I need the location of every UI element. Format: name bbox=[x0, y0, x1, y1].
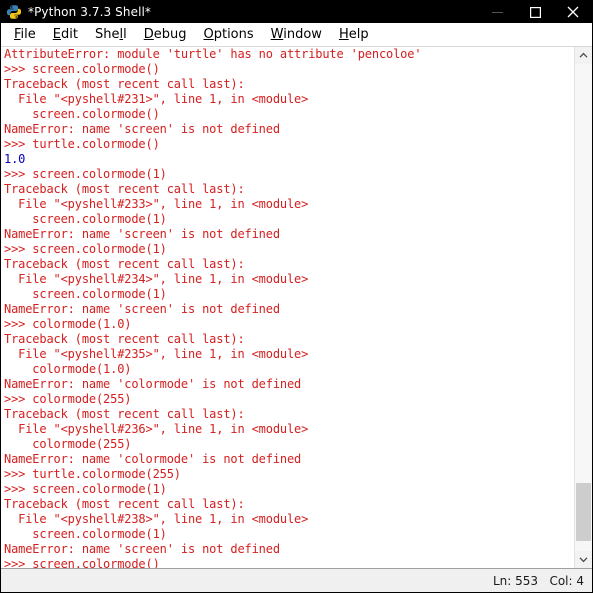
scrollbar-thumb[interactable] bbox=[576, 482, 591, 542]
shell-output-area[interactable]: AttributeError: module 'turtle' has no a… bbox=[1, 47, 574, 568]
menu-item-window[interactable]: Window bbox=[263, 25, 331, 44]
python-logo-icon bbox=[6, 4, 22, 20]
scrollbar-track[interactable] bbox=[575, 64, 592, 551]
shell-line: NameError: name 'screen' is not defined bbox=[4, 542, 280, 556]
menu-item-edit[interactable]: Edit bbox=[45, 25, 87, 44]
shell-line: File "<pyshell#235>", line 1, in <module… bbox=[4, 347, 309, 361]
shell-line: >>> screen.colormode() bbox=[4, 62, 160, 76]
menu-item-file[interactable]: File bbox=[6, 25, 45, 44]
shell-line: screen.colormode(1) bbox=[4, 287, 167, 301]
menu-item-help[interactable]: Help bbox=[331, 25, 378, 44]
shell-line: File "<pyshell#234>", line 1, in <module… bbox=[4, 272, 309, 286]
shell-line: NameError: name 'screen' is not defined bbox=[4, 302, 280, 316]
cursor-position-label: Ln: 553 Col: 4 bbox=[492, 573, 584, 588]
shell-line: Traceback (most recent call last): bbox=[4, 497, 245, 511]
title-bar: *Python 3.7.3 Shell* bbox=[1, 1, 592, 23]
shell-line: File "<pyshell#238>", line 1, in <module… bbox=[4, 512, 309, 526]
shell-line: >>> turtle.colormode(255) bbox=[4, 467, 181, 481]
menu-item-options[interactable]: Options bbox=[195, 25, 262, 44]
shell-line: File "<pyshell#233>", line 1, in <module… bbox=[4, 197, 309, 211]
shell-line: NameError: name 'colormode' is not defin… bbox=[4, 377, 302, 391]
maximize-button[interactable] bbox=[516, 1, 554, 23]
shell-line: screen.colormode(1) bbox=[4, 527, 167, 541]
shell-line: >>> screen.colormode(1) bbox=[4, 482, 167, 496]
minimize-button[interactable] bbox=[478, 1, 516, 23]
menu-bar: File Edit Shell Debug Options Window Hel… bbox=[1, 23, 592, 47]
shell-line: >>> screen.colormode(1) bbox=[4, 167, 167, 181]
shell-line: Traceback (most recent call last): bbox=[4, 407, 245, 421]
shell-line: screen.colormode() bbox=[4, 107, 160, 121]
shell-line: NameError: name 'colormode' is not defin… bbox=[4, 452, 302, 466]
shell-line: AttributeError: module 'turtle' has no a… bbox=[4, 47, 422, 61]
shell-line: >>> colormode(255) bbox=[4, 392, 132, 406]
shell-line: Traceback (most recent call last): bbox=[4, 257, 245, 271]
close-button[interactable] bbox=[554, 1, 592, 23]
shell-line: File "<pyshell#236>", line 1, in <module… bbox=[4, 422, 309, 436]
menu-item-debug[interactable]: Debug bbox=[136, 25, 196, 44]
shell-line: >>> colormode(1.0) bbox=[4, 317, 132, 331]
scroll-up-button[interactable] bbox=[575, 47, 592, 64]
idle-shell-window: *Python 3.7.3 Shell* File Edit Shell Deb… bbox=[0, 0, 593, 593]
status-bar: Ln: 553 Col: 4 bbox=[1, 568, 592, 592]
shell-line: 1.0 bbox=[4, 152, 26, 166]
shell-line: screen.colormode(1) bbox=[4, 212, 167, 226]
shell-line: NameError: name 'screen' is not defined bbox=[4, 122, 280, 136]
shell-line: colormode(255) bbox=[4, 437, 132, 451]
shell-line: >>> turtle.colormode() bbox=[4, 137, 160, 151]
shell-line: File "<pyshell#231>", line 1, in <module… bbox=[4, 92, 309, 106]
window-controls bbox=[478, 1, 592, 23]
shell-text-region: AttributeError: module 'turtle' has no a… bbox=[1, 47, 592, 568]
shell-line: NameError: name 'screen' is not defined bbox=[4, 227, 280, 241]
shell-line: colormode(1.0) bbox=[4, 362, 132, 376]
menu-item-shell[interactable]: Shell bbox=[87, 25, 136, 44]
shell-line: Traceback (most recent call last): bbox=[4, 182, 245, 196]
vertical-scrollbar[interactable] bbox=[574, 47, 592, 568]
window-title: *Python 3.7.3 Shell* bbox=[28, 5, 152, 19]
shell-line: >>> screen.colormode() bbox=[4, 557, 160, 568]
shell-line: Traceback (most recent call last): bbox=[4, 332, 245, 346]
scroll-down-button[interactable] bbox=[575, 551, 592, 568]
shell-line: >>> screen.colormode(1) bbox=[4, 242, 167, 256]
shell-line: Traceback (most recent call last): bbox=[4, 77, 245, 91]
